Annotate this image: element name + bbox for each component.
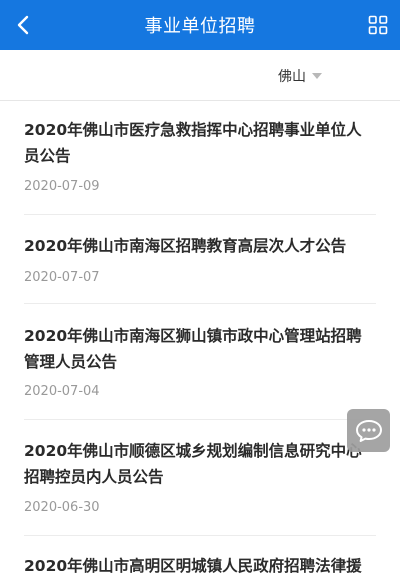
list-item[interactable]: 2020年佛山市顺德区城乡规划编制信息研究中心招聘控员内人员公告 2020-06… (24, 420, 376, 536)
list-item[interactable]: 2020年佛山市医疗急救指挥中心招聘事业单位人员公告 2020-07-09 (24, 102, 376, 215)
list-item-title: 2020年佛山市南海区狮山镇市政中心管理站招聘管理人员公告 (24, 327, 362, 371)
list-item-title: 2020年佛山市高明区明城镇人民政府招聘法律援 (24, 557, 362, 575)
list-item-date: 2020-07-09 (24, 179, 100, 194)
chat-button[interactable] (347, 409, 390, 452)
article-list: 2020年佛山市医疗急救指挥中心招聘事业单位人员公告 2020-07-09 20… (0, 102, 400, 577)
city-dropdown-label: 佛山 (278, 69, 306, 85)
list-item-date: 2020-06-30 (24, 500, 100, 515)
caret-down-icon (312, 73, 322, 79)
back-chevron-icon[interactable] (12, 13, 36, 37)
chat-bubble-icon (355, 419, 382, 442)
list-item[interactable]: 2020年佛山市高明区明城镇人民政府招聘法律援 (24, 536, 376, 577)
top-bar: 事业单位招聘 (0, 0, 400, 50)
page-title: 事业单位招聘 (144, 16, 256, 37)
list-item-title: 2020年佛山市顺德区城乡规划编制信息研究中心招聘控员内人员公告 (24, 442, 362, 486)
list-item[interactable]: 2020年佛山市南海区招聘教育高层次人才公告 2020-07-07 (24, 215, 376, 304)
list-item-date: 2020-07-07 (24, 270, 100, 285)
list-item-title: 2020年佛山市南海区招聘教育高层次人才公告 (24, 237, 347, 255)
grid-icon[interactable] (368, 15, 388, 35)
filter-bar: 佛山 (0, 50, 400, 101)
city-dropdown[interactable]: 佛山 (278, 66, 322, 86)
list-item-title: 2020年佛山市医疗急救指挥中心招聘事业单位人员公告 (24, 121, 362, 165)
list-item[interactable]: 2020年佛山市南海区狮山镇市政中心管理站招聘管理人员公告 2020-07-04 (24, 304, 376, 420)
list-item-date: 2020-07-04 (24, 384, 100, 399)
